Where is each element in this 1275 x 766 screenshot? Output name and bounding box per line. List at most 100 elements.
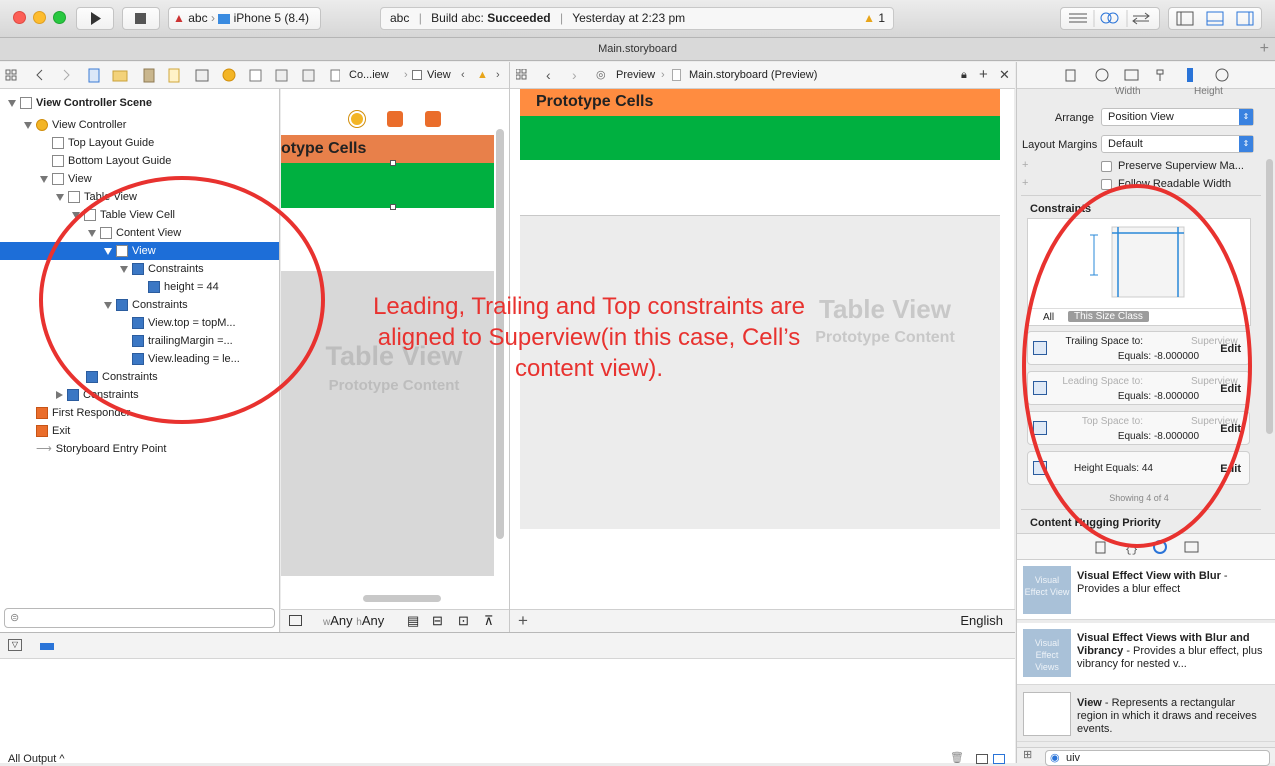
back-icon[interactable]: ‹ bbox=[546, 62, 551, 88]
outline-row-trailing-constraint[interactable]: trailingMargin =... bbox=[132, 332, 233, 350]
edit-button[interactable]: Edit bbox=[1220, 423, 1241, 435]
close-editor-icon[interactable]: ✕ bbox=[999, 62, 1010, 88]
disclosure-triangle-icon[interactable] bbox=[104, 247, 112, 255]
outline-row-entry-point[interactable]: ⟶ Storyboard Entry Point bbox=[36, 440, 166, 458]
preserve-superview-checkbox[interactable] bbox=[1101, 161, 1112, 172]
scheme-selector[interactable]: ▲ abc › iPhone 5 (8.4) bbox=[168, 7, 321, 30]
view-toggle-segment[interactable] bbox=[1168, 7, 1262, 30]
resize-handle-bottom[interactable] bbox=[390, 204, 396, 210]
related-items-icon[interactable] bbox=[515, 62, 528, 88]
constraint-card-leading[interactable]: Leading Space to: Superview Equals: -8.0… bbox=[1027, 371, 1250, 405]
exit-icon bbox=[36, 425, 48, 438]
view-controller-dock-icon[interactable] bbox=[349, 111, 365, 127]
outline-filter-field[interactable]: ⊜ bbox=[4, 608, 275, 628]
outline-row-height-constraint[interactable]: height = 44 bbox=[148, 278, 219, 296]
grid-view-icon[interactable]: ⊞ bbox=[1023, 748, 1032, 761]
resize-handle-top[interactable] bbox=[390, 160, 396, 166]
outline-row-constraints[interactable]: Constraints bbox=[56, 386, 139, 404]
outline-row-content-view[interactable]: Content View bbox=[88, 224, 181, 242]
outline-row-constraints[interactable]: Constraints bbox=[86, 368, 158, 386]
outline-row-view[interactable]: View bbox=[40, 170, 92, 188]
outline-toggle-icon[interactable] bbox=[289, 615, 302, 626]
outline-row-top-layout-guide[interactable]: Top Layout Guide bbox=[52, 134, 154, 152]
jump-item-content-view[interactable]: Co...iew bbox=[349, 62, 389, 88]
outline-row-constraints[interactable]: Constraints bbox=[104, 296, 188, 314]
issue-back-icon[interactable]: ‹ bbox=[461, 62, 465, 88]
library-search-field[interactable]: ◉ uiv bbox=[1045, 750, 1270, 766]
outline-row-first-responder[interactable]: First Responder bbox=[36, 404, 130, 422]
library-item-visual-effect[interactable]: Visual Effect View Visual Effect View wi… bbox=[1017, 560, 1275, 620]
issue-forward-icon[interactable]: › bbox=[496, 62, 500, 88]
edit-button[interactable]: Edit bbox=[1220, 343, 1241, 355]
tab-main-storyboard[interactable]: Main.storyboard bbox=[598, 43, 677, 55]
disclosure-triangle-icon[interactable] bbox=[56, 193, 64, 201]
outline-label: Bottom Layout Guide bbox=[68, 155, 172, 167]
outline-row-exit[interactable]: Exit bbox=[36, 422, 70, 440]
outline-row-view-controller[interactable]: View Controller bbox=[24, 116, 126, 134]
disclosure-triangle-icon[interactable] bbox=[120, 265, 128, 273]
disclosure-triangle-icon[interactable] bbox=[24, 121, 32, 129]
output-filter[interactable]: All Output ^ bbox=[8, 753, 65, 765]
hide-debug-icon[interactable]: ▽ bbox=[8, 639, 22, 651]
segment-all[interactable]: All bbox=[1043, 312, 1054, 323]
close-window-button[interactable] bbox=[13, 11, 26, 24]
arrange-select[interactable]: Position View ⇕ bbox=[1101, 108, 1254, 126]
outline-row-table-view[interactable]: Table View bbox=[56, 188, 137, 206]
add-tab-icon[interactable]: + bbox=[1260, 38, 1269, 60]
warning-icon: ▲ bbox=[863, 11, 875, 25]
outline-row-leading-constraint[interactable]: View.leading = le... bbox=[132, 350, 240, 368]
inspector-scrollbar[interactable] bbox=[1266, 159, 1273, 434]
forward-icon[interactable]: › bbox=[572, 62, 577, 88]
pin-icon[interactable]: ⊡ bbox=[458, 610, 469, 632]
jump-item-file[interactable]: Main.storyboard (Preview) bbox=[689, 62, 817, 88]
lock-icon[interactable]: 🔒︎ bbox=[961, 62, 967, 88]
outline-row-top-constraint[interactable]: View.top = topM... bbox=[132, 314, 236, 332]
library-item-view[interactable]: View - Represents a rectangular region i… bbox=[1017, 686, 1275, 742]
constraint-card-trailing[interactable]: Trailing Space to: Superview Equals: -8.… bbox=[1027, 331, 1250, 365]
disclosure-triangle-icon[interactable] bbox=[56, 391, 63, 400]
constraint-card-height[interactable]: Height Equals: 44 Edit bbox=[1027, 451, 1250, 485]
preview-language[interactable]: English bbox=[960, 610, 1003, 632]
editor-mode-segment[interactable] bbox=[1060, 7, 1160, 30]
minimize-window-button[interactable] bbox=[33, 11, 46, 24]
horizontal-scrollbar[interactable] bbox=[363, 595, 441, 602]
prototype-cell[interactable] bbox=[281, 163, 494, 208]
jump-item-preview[interactable]: Preview bbox=[616, 62, 655, 88]
warning-badge[interactable]: ▲ 1 bbox=[863, 8, 885, 29]
segment-this-size-class[interactable]: This Size Class bbox=[1068, 311, 1149, 322]
outline-row-view-selected[interactable]: View bbox=[0, 242, 279, 260]
issue-warning-icon[interactable]: ▲ bbox=[477, 62, 488, 88]
outline-row-scene[interactable]: View Controller Scene bbox=[8, 94, 152, 112]
disclosure-triangle-icon[interactable] bbox=[8, 99, 16, 107]
follow-readable-checkbox[interactable] bbox=[1101, 179, 1112, 190]
trash-icon[interactable]: 🗑︎ bbox=[950, 751, 964, 764]
exit-dock-icon[interactable] bbox=[425, 111, 441, 127]
edit-button[interactable]: Edit bbox=[1220, 463, 1241, 475]
breakpoints-icon[interactable] bbox=[40, 643, 54, 650]
resolve-issues-icon[interactable]: ⊼ bbox=[484, 610, 494, 632]
outline-row-constraints[interactable]: Constraints bbox=[120, 260, 204, 278]
outline-row-bottom-layout-guide[interactable]: Bottom Layout Guide bbox=[52, 152, 171, 170]
align-icon[interactable]: ⊟ bbox=[432, 610, 443, 632]
first-responder-dock-icon[interactable] bbox=[387, 111, 403, 127]
add-editor-icon[interactable]: + bbox=[979, 62, 988, 88]
disclosure-triangle-icon[interactable] bbox=[40, 175, 48, 183]
run-button[interactable] bbox=[76, 7, 114, 30]
stack-icon[interactable]: ▤ bbox=[407, 610, 419, 632]
plus-icon[interactable]: + bbox=[1022, 177, 1028, 189]
library-item-visual-effect-vibrancy[interactable]: Visual Effect Views Visual Effect Views … bbox=[1017, 623, 1275, 685]
edit-button[interactable]: Edit bbox=[1220, 383, 1241, 395]
plus-icon[interactable]: + bbox=[1022, 159, 1028, 171]
zoom-window-button[interactable] bbox=[53, 11, 66, 24]
disclosure-triangle-icon[interactable] bbox=[88, 229, 96, 237]
outline-row-table-view-cell[interactable]: Table View Cell bbox=[72, 206, 175, 224]
size-class-control[interactable]: wAny hAny bbox=[323, 610, 384, 634]
size-class-segment[interactable]: All This Size Class bbox=[1028, 308, 1250, 326]
constraint-card-top[interactable]: Top Space to: Superview Equals: -8.00000… bbox=[1027, 411, 1250, 445]
disclosure-triangle-icon[interactable] bbox=[72, 211, 80, 219]
jump-item-view[interactable]: View bbox=[427, 62, 451, 88]
add-device-icon[interactable]: + bbox=[518, 610, 528, 632]
stop-button[interactable] bbox=[122, 7, 160, 30]
layout-margins-select[interactable]: Default ⇕ bbox=[1101, 135, 1254, 153]
disclosure-triangle-icon[interactable] bbox=[104, 301, 112, 309]
